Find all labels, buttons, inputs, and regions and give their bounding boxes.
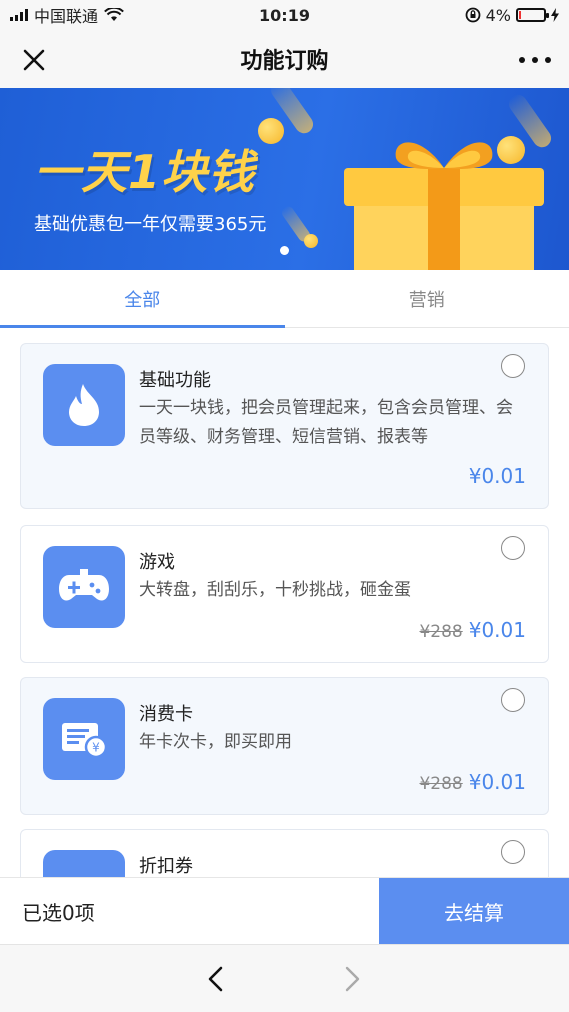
status-right: 4% — [465, 6, 559, 25]
feature-list: 基础功能 一天一块钱，把会员管理起来，包含会员管理、会员等级、财务管理、短信营销… — [0, 328, 569, 877]
status-left: 中国联通 — [10, 3, 124, 27]
gamepad-icon — [43, 546, 125, 628]
gift-box-icon — [344, 142, 544, 270]
item-original-price: ¥288 — [419, 622, 463, 642]
banner-subtitle: 基础优惠包一年仅需要365元 — [34, 214, 267, 235]
item-description: 年卡次卡，即买即用 — [139, 732, 292, 752]
item-title: 游戏 — [139, 552, 175, 573]
price-row: ¥288 ¥0.01 — [419, 770, 526, 794]
orientation-lock-icon — [465, 7, 481, 23]
category-tabs: 全部 营销 — [0, 270, 569, 328]
more-dot-icon — [532, 57, 538, 63]
coin-icon — [304, 234, 318, 248]
list-item[interactable]: ¥ 消费卡 年卡次卡，即买即用 ¥288 ¥0.01 — [20, 677, 549, 815]
item-title: 基础功能 — [139, 370, 211, 391]
carrier-label: 中国联通 — [34, 7, 99, 26]
item-price: ¥0.01 — [468, 770, 526, 794]
page-title: 功能订购 — [240, 49, 329, 74]
more-dot-icon — [519, 57, 525, 63]
charging-icon — [551, 8, 559, 22]
flame-icon — [43, 364, 125, 446]
select-radio[interactable] — [501, 688, 525, 712]
item-description: 大转盘，刮刮乐，十秒挑战，砸金蛋 — [139, 580, 411, 600]
list-item[interactable]: 折扣券 — [20, 829, 549, 877]
list-item[interactable]: 游戏 大转盘，刮刮乐，十秒挑战，砸金蛋 ¥288 ¥0.01 — [20, 525, 549, 663]
carousel-indicator[interactable] — [280, 246, 289, 255]
coupon-icon — [43, 850, 125, 877]
item-description: 一天一块钱，把会员管理起来，包含会员管理、会员等级、财务管理、短信营销、报表等 — [139, 398, 513, 447]
price-row: ¥0.01 — [469, 464, 526, 488]
card-yen-icon: ¥ — [43, 698, 125, 780]
chevron-right-icon — [345, 966, 360, 992]
coin-icon — [258, 118, 284, 144]
select-radio[interactable] — [501, 840, 525, 864]
item-title: 消费卡 — [139, 704, 193, 725]
checkout-button[interactable]: 去结算 — [379, 878, 569, 944]
back-button[interactable] — [204, 965, 228, 993]
status-bar: 中国联通 10:19 4% — [0, 0, 569, 30]
promo-banner[interactable]: 一天1块钱 基础优惠包一年仅需要365元 — [0, 88, 569, 270]
list-item[interactable]: 基础功能 一天一块钱，把会员管理起来，包含会员管理、会员等级、财务管理、短信营销… — [20, 343, 549, 509]
select-radio[interactable] — [501, 536, 525, 560]
wifi-icon — [104, 8, 124, 21]
checkout-bar: 已选0项 去结算 — [0, 877, 569, 944]
browser-toolbar — [0, 944, 569, 1012]
close-icon — [23, 49, 45, 71]
price-row: ¥288 ¥0.01 — [419, 618, 526, 642]
item-original-price: ¥288 — [419, 774, 463, 794]
tab-all[interactable]: 全部 — [0, 270, 285, 328]
nav-bar: 功能订购 — [0, 30, 569, 88]
signal-icon — [10, 9, 28, 21]
more-dot-icon — [545, 57, 551, 63]
item-price: ¥0.01 — [468, 464, 526, 488]
battery-icon — [516, 8, 549, 22]
forward-button[interactable] — [340, 965, 364, 993]
banner-headline: 一天1块钱 — [34, 145, 256, 199]
svg-text:¥: ¥ — [92, 741, 100, 755]
tab-marketing[interactable]: 营销 — [285, 270, 569, 327]
selected-count: 已选0项 — [22, 900, 95, 925]
item-price: ¥0.01 — [468, 618, 526, 642]
select-radio[interactable] — [501, 354, 525, 378]
chevron-left-icon — [208, 966, 223, 992]
more-button[interactable] — [519, 50, 551, 70]
battery-percent: 4% — [485, 5, 511, 25]
item-title: 折扣券 — [139, 856, 193, 877]
close-button[interactable] — [20, 46, 48, 74]
